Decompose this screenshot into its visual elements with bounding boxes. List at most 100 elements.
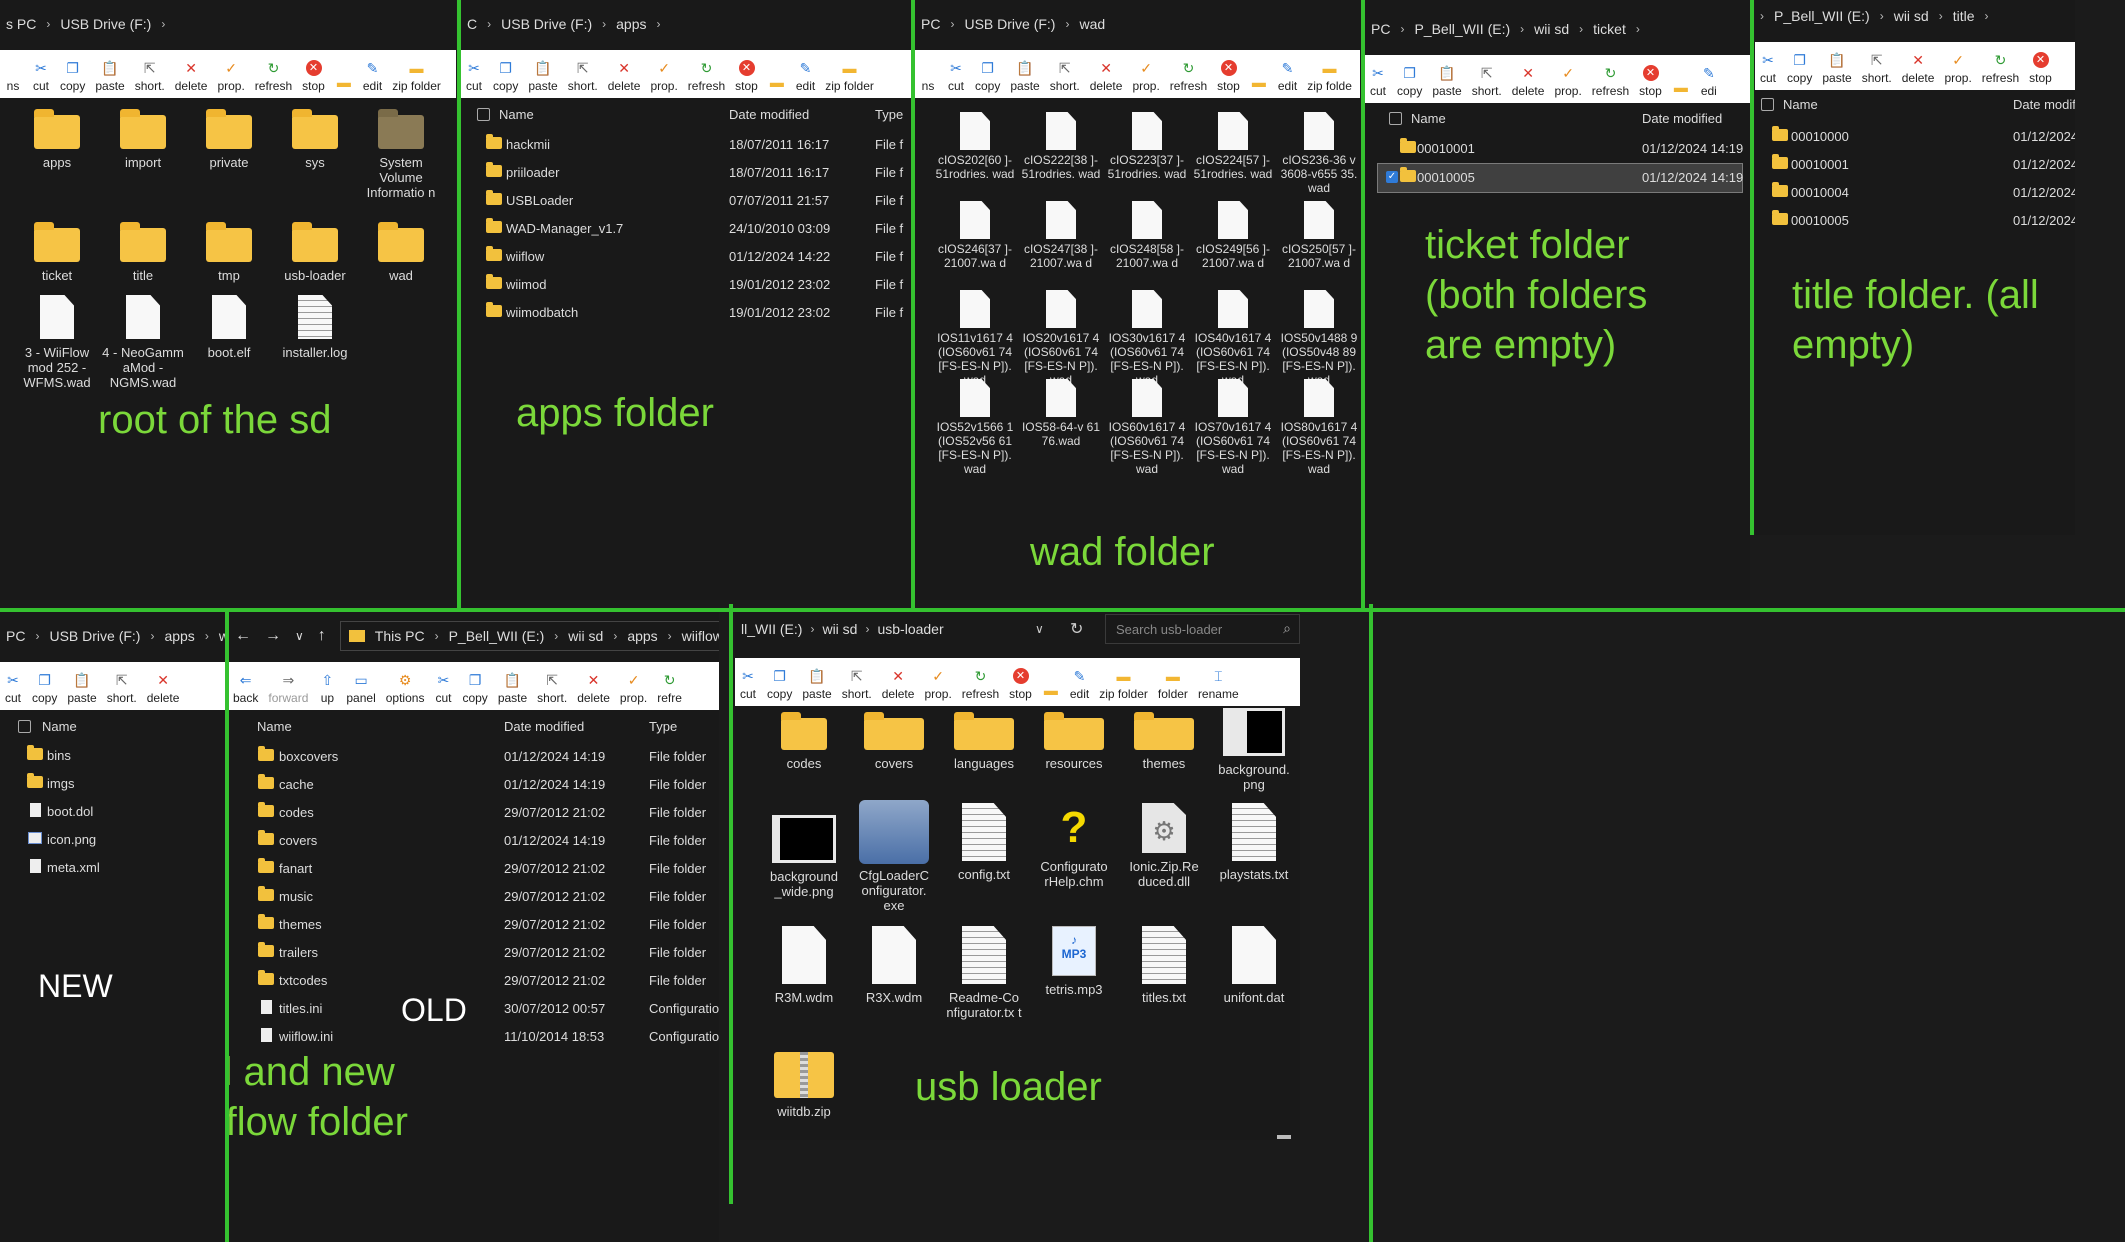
list-item[interactable]: titles.ini 30/07/2012 00:57 Configuration [229,995,719,1023]
panel-button[interactable]: ▭ panel [346,672,375,705]
edit-button[interactable]: ✎ edit [1070,668,1089,701]
date-column[interactable]: Date modified [504,719,584,734]
file-item[interactable]: 3 - WiiFlow mod 252 - WFMS.wad [15,295,99,390]
edit-button[interactable]: ✎ edit [1278,60,1297,93]
delete-button[interactable]: ✕ delete [1902,52,1935,85]
crumb-item[interactable]: wad [1079,16,1105,32]
list-item[interactable]: USBLoader 07/07/2011 21:57 File f [461,187,911,215]
stop-button[interactable]: ✕ stop [735,60,758,93]
edit-button[interactable]: ✎ edit [363,60,382,93]
refresh-button[interactable]: ↻ refresh [1592,65,1629,98]
select-all-checkbox[interactable] [1761,98,1774,111]
list-item[interactable]: wiiflow 01/12/2024 14:22 File f [461,243,911,271]
list-item[interactable]: bins [0,742,226,770]
refresh-button[interactable]: ↻ refre [657,672,682,705]
select-all-checkbox[interactable] [18,720,31,733]
list-item[interactable]: 00010005 01/12/2024 [1755,207,2075,235]
folder-item[interactable]: import [101,109,185,170]
list-item[interactable]: boxcovers 01/12/2024 14:19 File folder [229,743,719,771]
crumb-item[interactable]: USB Drive (F:) [964,16,1055,32]
stop-button[interactable]: ✕ stop [2029,52,2052,85]
folder-up-button[interactable]: ▬ [335,74,353,93]
file-item[interactable]: R3M.wdm [762,926,846,1005]
paste-button[interactable]: 📋 paste [528,60,557,93]
search-box[interactable]: Search usb-loader ⌕ [1105,614,1300,644]
folder-item[interactable]: wad [359,222,443,283]
file-item[interactable]: cIOS202[60 ]-51rodries. wad [935,112,1015,181]
select-all-checkbox[interactable] [1389,112,1402,125]
delete-button[interactable]: ✕ delete [577,672,610,705]
chevron-down-icon[interactable]: ∨ [1035,622,1044,636]
crumb-item[interactable]: PC [921,16,940,32]
crumb-item[interactable]: USB Drive (F:) [49,628,140,644]
name-column[interactable]: Name [42,719,77,734]
file-item[interactable]: ♪ MP3 tetris.mp3 [1032,926,1116,997]
file-item[interactable]: background _wide.png [762,815,846,899]
file-item[interactable]: IOS60v1617 4(IOS60v61 74[FS-ES-N P]).wad [1107,379,1187,476]
file-item[interactable]: wiitdb.zip [762,1052,846,1119]
paste-button[interactable]: 📋 paste [95,60,124,93]
list-item[interactable]: covers 01/12/2024 14:19 File folder [229,827,719,855]
edit-button[interactable]: ✎ edi [1700,65,1718,98]
folder-item[interactable]: languages [942,712,1026,771]
list-item[interactable]: wiimod 19/01/2012 23:02 File f [461,271,911,299]
copy-button[interactable]: ❐ copy [767,668,792,701]
date-column[interactable]: Date modified [729,107,809,122]
file-item[interactable]: cIOS247[38 ]-21007.wa d [1021,201,1101,270]
file-item[interactable]: installer.log [273,295,357,360]
file-item[interactable]: IOS40v1617 4(IOS60v61 74[FS-ES-N P]).wad [1193,290,1273,387]
zip-folder-button[interactable]: ▬ zip folder [825,60,874,93]
crumb-item[interactable]: P_Bell_WII (E:) [1414,21,1510,37]
refresh-button[interactable]: ↻ refresh [962,668,999,701]
shortcut-button[interactable]: ⇱ short. [568,60,598,93]
properties-button[interactable]: ✓ prop. [1554,65,1581,98]
paste-button[interactable]: 📋 paste [1432,65,1461,98]
copy-button[interactable]: ❐ copy [1787,52,1812,85]
crumb-item[interactable]: ll_WII (E:) [741,621,802,637]
crumb-item[interactable]: PC [6,628,25,644]
folder-item[interactable]: tmp [187,222,271,283]
crumb-item[interactable]: wii sd [822,621,857,637]
list-item[interactable]: txtcodes 29/07/2012 21:02 File folder [229,967,719,995]
properties-button[interactable]: ✓ prop. [924,668,951,701]
copy-button[interactable]: ❐ copy [493,60,518,93]
cut-button[interactable]: ✂ cut [32,60,50,93]
select-all-checkbox[interactable] [477,108,490,121]
file-item[interactable]: IOS30v1617 4(IOS60v61 74[FS-ES-N P]).wad [1107,290,1187,387]
ns-button[interactable]: ns [4,60,22,93]
list-item-selected[interactable]: ✓ 00010005 01/12/2024 14:19 [1377,163,1743,193]
crumb-item[interactable]: wii sd [1894,8,1929,24]
refresh-icon[interactable]: ↻ [1070,619,1083,639]
breadcrumb[interactable]: PC › USB Drive (F:) › wad [915,0,1360,48]
breadcrumb[interactable]: › P_Bell_WII (E:) › wii sd › title › [1755,0,2075,40]
delete-button[interactable]: ✕ delete [175,60,208,93]
file-item[interactable]: IOS20v1617 4(IOS60v61 74[FS-ES-N P]).wad [1021,290,1101,387]
file-item[interactable]: cIOS224[57 ]-51rodries. wad [1193,112,1273,181]
crumb-item[interactable]: PC [1371,21,1390,37]
file-item[interactable]: ⚙ Ionic.Zip.Re duced.dll [1122,803,1206,889]
folder-item[interactable]: resources [1032,712,1116,771]
cut-button[interactable]: ✂ cut [1369,65,1387,98]
delete-button[interactable]: ✕ delete [1512,65,1545,98]
type-column[interactable]: Type [875,107,903,122]
refresh-button[interactable]: ↻ refresh [1982,52,2019,85]
list-item[interactable]: 00010000 01/12/2024 [1755,123,2075,151]
list-item[interactable]: wiimodbatch 19/01/2012 23:02 File f [461,299,911,327]
copy-button[interactable]: ❐ copy [32,672,57,705]
shortcut-button[interactable]: ⇱ short. [135,60,165,93]
delete-button[interactable]: ✕ delete [608,60,641,93]
folder-up-button[interactable]: ▬ [1042,682,1060,701]
breadcrumb[interactable]: PC › USB Drive (F:) › apps › wiiflow [0,612,226,660]
file-item[interactable]: IOS80v1617 4(IOS60v61 74[FS-ES-N P]).wad [1279,379,1359,476]
file-item[interactable]: cIOS248[58 ]-21007.wa d [1107,201,1187,270]
list-item[interactable]: priiloader 18/07/2011 16:17 File f [461,159,911,187]
date-column[interactable]: Date modified [1642,111,1722,126]
name-column[interactable]: Name [1783,97,1818,112]
forward-button[interactable]: ⇒ forward [268,672,308,705]
search-input[interactable]: Search usb-loader [1116,622,1222,637]
file-item[interactable]: Readme-Co nfigurator.tx t [942,926,1026,1020]
delete-button[interactable]: ✕ delete [147,672,180,705]
date-column[interactable]: Date modif [2013,97,2075,112]
stop-button[interactable]: ✕ stop [1639,65,1662,98]
name-column[interactable]: Name [499,107,534,122]
